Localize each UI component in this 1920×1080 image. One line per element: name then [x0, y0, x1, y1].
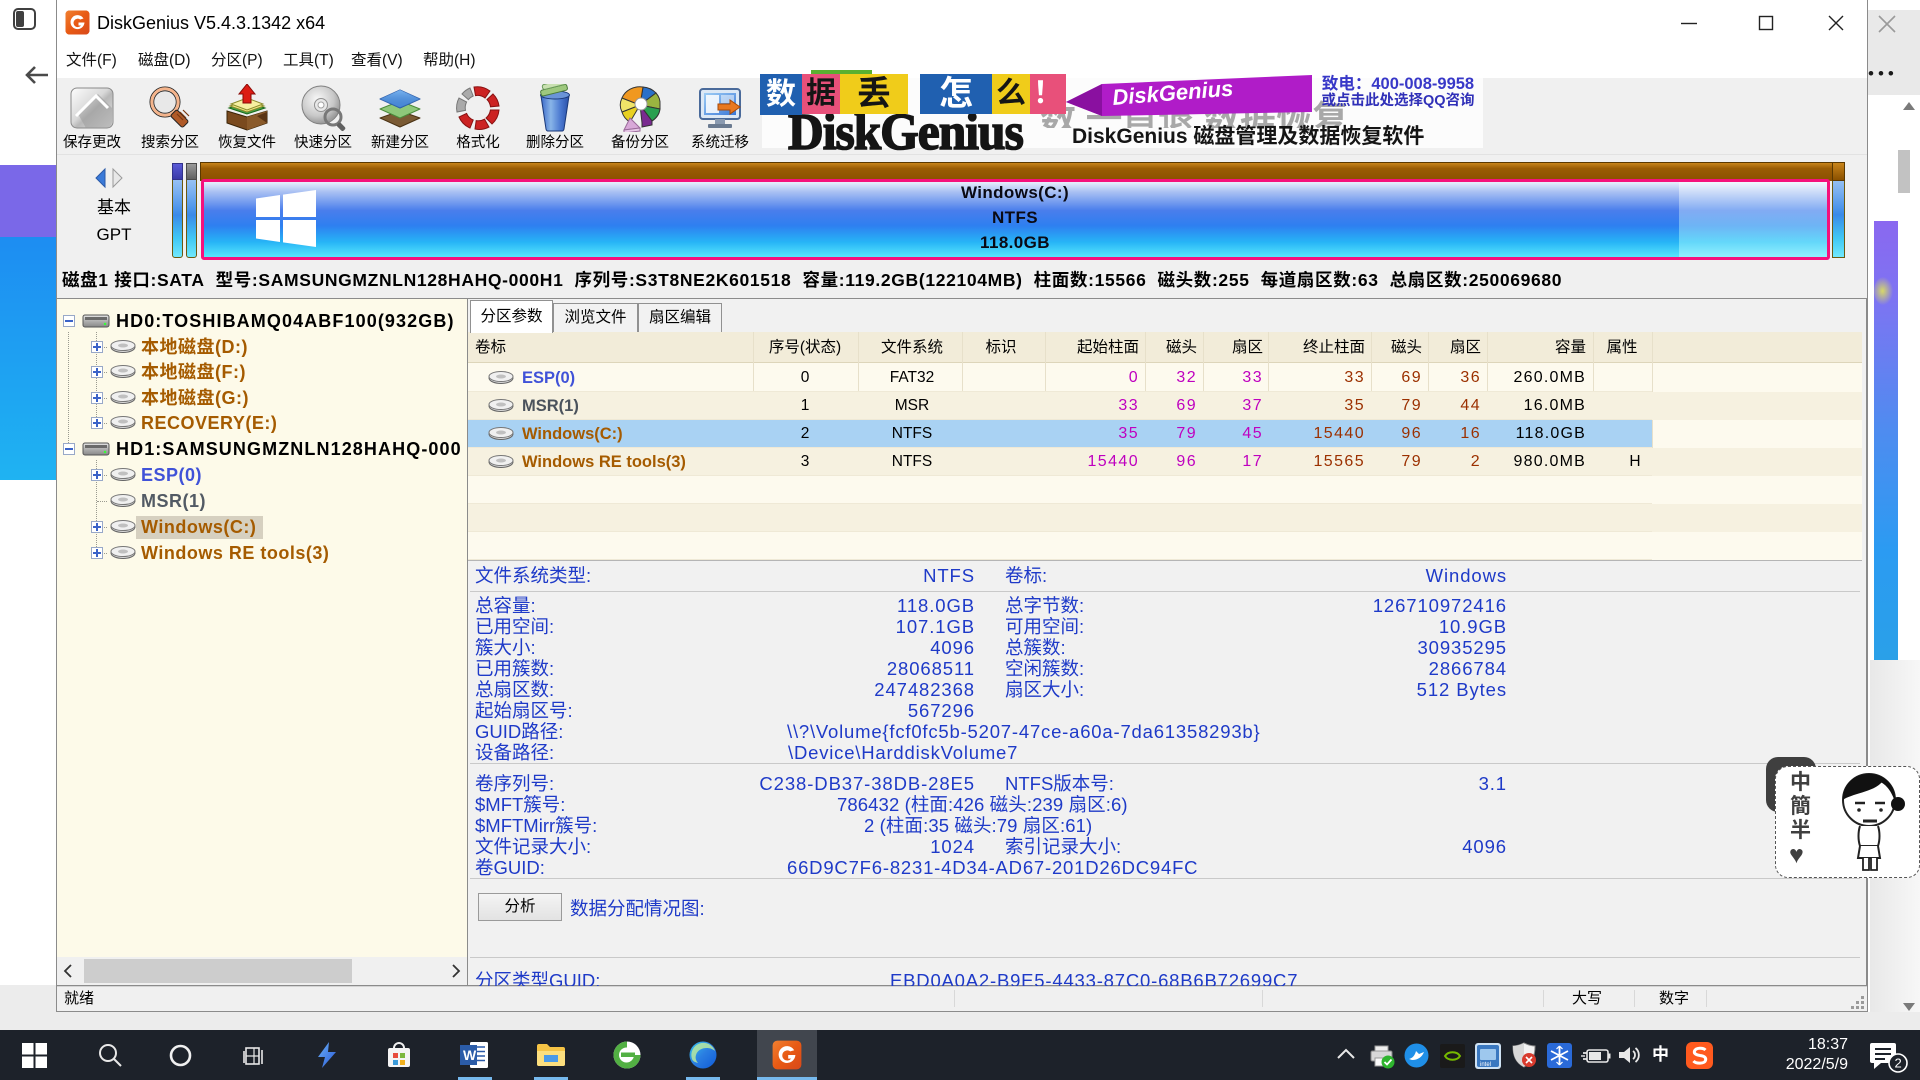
svg-text:2: 2: [1895, 1056, 1902, 1071]
svg-text:intel: intel: [1480, 1062, 1491, 1068]
svg-text:W: W: [463, 1047, 477, 1063]
